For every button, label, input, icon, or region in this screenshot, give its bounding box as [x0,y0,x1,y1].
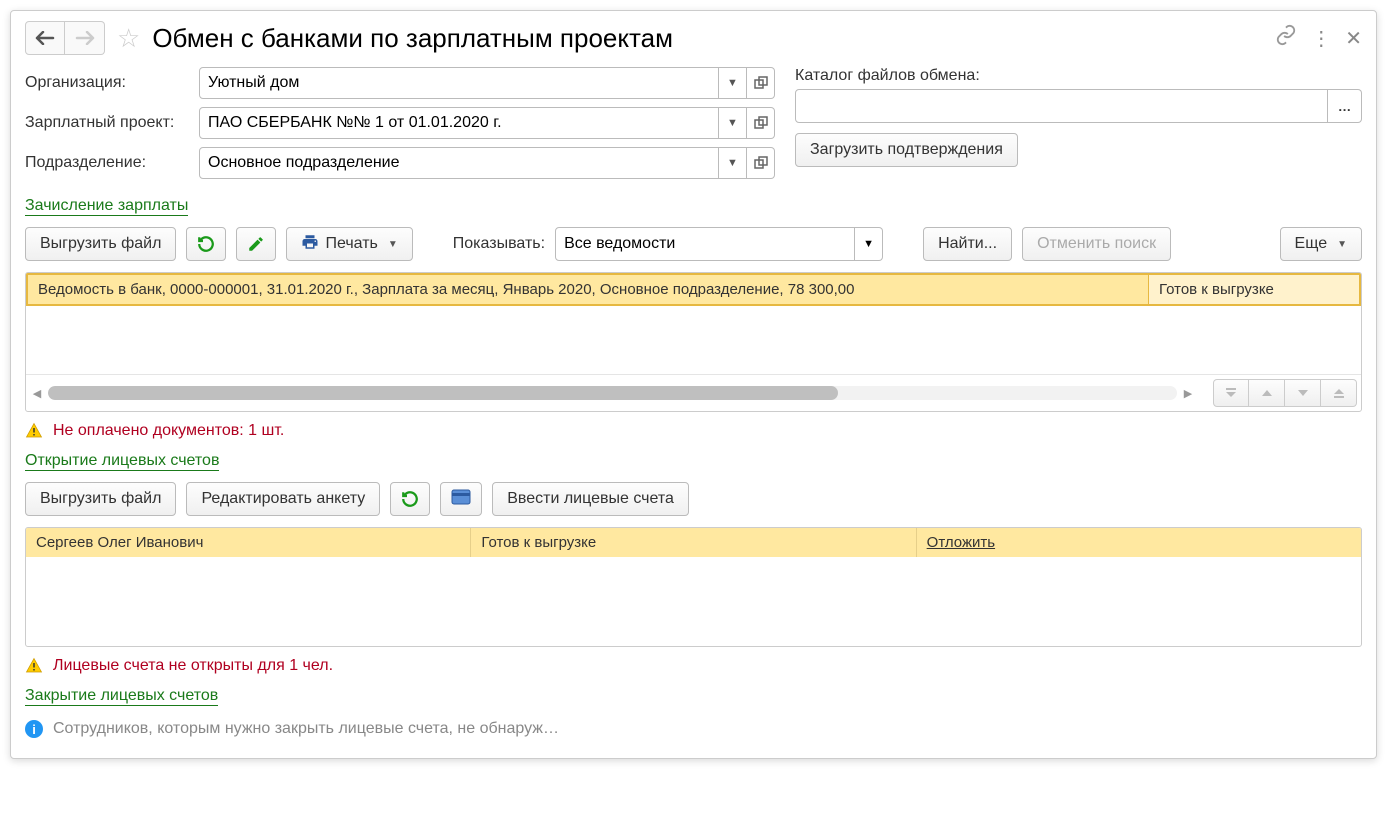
nav-group [25,21,105,55]
dept-open-icon[interactable] [747,147,775,179]
section3-info: i Сотрудников, которым нужно закрыть лиц… [25,720,1362,738]
project-label: Зарплатный проект: [25,114,193,132]
card-icon [451,489,471,510]
org-open-icon[interactable] [747,67,775,99]
scroll-thumb[interactable] [48,386,838,400]
link-icon[interactable] [1275,24,1297,52]
list-first-icon[interactable] [1213,379,1249,407]
scroll-left-icon[interactable]: ◀ [30,387,44,400]
project-input[interactable] [199,107,719,139]
catalog-browse-button[interactable]: … [1328,89,1362,123]
chevron-down-icon: ▼ [1337,239,1347,250]
postpone-link[interactable]: Отложить [927,534,995,551]
export-file-button-2[interactable]: Выгрузить файл [25,482,176,516]
list-nav-buttons [1213,379,1357,407]
section1-toolbar: Выгрузить файл Печать ▼ Показывать: ▼ На… [25,224,1362,264]
more-button[interactable]: Еще ▼ [1280,227,1362,261]
refresh-button-2[interactable] [390,482,430,516]
warning-icon [25,657,43,675]
printer-icon [301,233,319,256]
statements-list: Ведомость в банк, 0000-000001, 31.01.202… [25,272,1362,412]
list-up-icon[interactable] [1249,379,1285,407]
section2-toolbar: Выгрузить файл Редактировать анкету Ввес… [25,479,1362,519]
card-button[interactable] [440,482,482,516]
find-button[interactable]: Найти... [923,227,1012,261]
section1-warning: Не оплачено документов: 1 шт. [25,422,1362,440]
warning-icon [25,422,43,440]
org-field-row: Организация: ▼ [25,67,775,99]
section2-warning: Лицевые счета не открыты для 1 чел. [25,657,1362,675]
list-last-icon[interactable] [1321,379,1357,407]
menu-dots-icon[interactable]: ⋮ [1311,26,1331,51]
filters-right: Каталог файлов обмена: … Загрузить подтв… [795,67,1362,167]
org-label: Организация: [25,74,193,92]
catalog-input[interactable] [795,89,1328,123]
salary-payment-link[interactable]: Зачисление зарплаты [25,197,188,216]
accounts-list: Сергеев Олег Иванович Готов к выгрузке О… [25,527,1362,647]
info-icon: i [25,720,43,738]
show-label: Показывать: [453,235,545,253]
filters: Организация: ▼ Зарплатный проект: ▼ [25,63,1362,191]
forward-button[interactable] [65,21,105,55]
project-open-icon[interactable] [747,107,775,139]
account-status-cell: Готов к выгрузке [471,528,916,557]
favorite-star-icon[interactable]: ☆ [113,23,144,54]
section3-info-text: Сотрудников, которым нужно закрыть лицев… [53,720,559,738]
scroll-right-icon[interactable]: ▶ [1181,387,1195,400]
load-confirmations-button[interactable]: Загрузить подтверждения [795,133,1018,167]
account-action-cell: Отложить [917,528,1361,557]
list-scroll-footer: ◀ ▶ [26,374,1361,411]
project-field-row: Зарплатный проект: ▼ [25,107,775,139]
project-dropdown-icon[interactable]: ▼ [719,107,747,139]
titlebar: ☆ Обмен с банками по зарплатным проектам… [25,21,1362,63]
print-button[interactable]: Печать ▼ [286,227,412,261]
statement-cell-status: Готов к выгрузке [1149,275,1359,304]
dept-field-row: Подразделение: ▼ [25,147,775,179]
account-name-cell: Сергеев Олег Иванович [26,528,471,557]
refresh-button[interactable] [186,227,226,261]
section2-warning-text: Лицевые счета не открыты для 1 чел. [53,657,333,675]
scrollbar[interactable] [48,386,1177,400]
chevron-down-icon: ▼ [388,239,398,250]
account-row[interactable]: Сергеев Олег Иванович Готов к выгрузке О… [26,528,1361,557]
catalog-label: Каталог файлов обмена: [795,67,1362,85]
export-file-button[interactable]: Выгрузить файл [25,227,176,261]
page-title: Обмен с банками по зарплатным проектам [152,23,1267,54]
statement-cell-main: Ведомость в банк, 0000-000001, 31.01.202… [28,275,1149,304]
dept-dropdown-icon[interactable]: ▼ [719,147,747,179]
close-icon[interactable]: ✕ [1345,26,1362,51]
show-dropdown-icon[interactable]: ▼ [855,227,883,261]
open-accounts-link[interactable]: Открытие лицевых счетов [25,452,219,471]
dept-label: Подразделение: [25,154,193,172]
edit-profile-button[interactable]: Редактировать анкету [186,482,380,516]
section1-warning-text: Не оплачено документов: 1 шт. [53,422,284,440]
print-label: Печать [325,235,377,253]
org-input[interactable] [199,67,719,99]
close-accounts-link[interactable]: Закрытие лицевых счетов [25,687,218,706]
more-label: Еще [1295,235,1328,253]
title-actions: ⋮ ✕ [1275,24,1362,52]
org-dropdown-icon[interactable]: ▼ [719,67,747,99]
statement-row[interactable]: Ведомость в банк, 0000-000001, 31.01.202… [26,273,1361,306]
edit-button[interactable] [236,227,276,261]
show-select[interactable] [555,227,855,261]
filters-left: Организация: ▼ Зарплатный проект: ▼ [25,67,775,187]
list-down-icon[interactable] [1285,379,1321,407]
cancel-find-button[interactable]: Отменить поиск [1022,227,1171,261]
back-button[interactable] [25,21,65,55]
app-window: ☆ Обмен с банками по зарплатным проектам… [10,10,1377,759]
dept-input[interactable] [199,147,719,179]
enter-accounts-button[interactable]: Ввести лицевые счета [492,482,689,516]
